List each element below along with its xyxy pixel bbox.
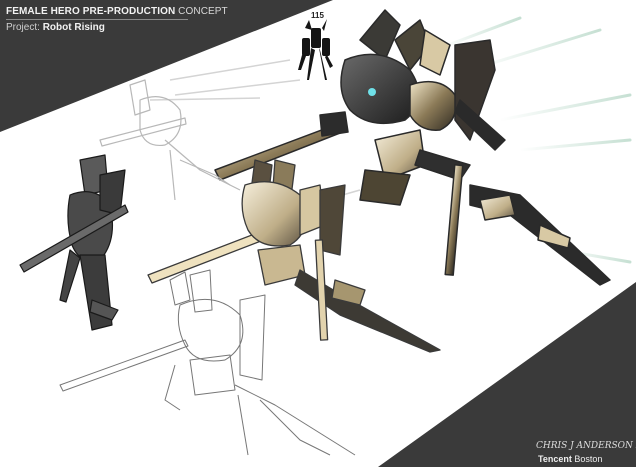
sheet-title: FEMALE HERO PRE-PRODUCTION CONCEPT: [6, 6, 228, 17]
sheet-title-light: CONCEPT: [178, 6, 228, 17]
studio-credit: Tencent Boston: [538, 454, 602, 464]
concept-artwork: [0, 0, 636, 467]
artist-signature: CHRIS J ANDERSON 2012: [536, 441, 636, 451]
studio-name-bold: Tencent: [538, 454, 572, 464]
sheet-header: FEMALE HERO PRE-PRODUCTION CONCEPT Proje…: [6, 6, 228, 33]
studio-name-light: Boston: [574, 454, 603, 464]
project-label: Project:: [6, 22, 40, 33]
silhouette-number: 115: [311, 11, 324, 20]
project-line: Project: Robot Rising: [6, 22, 228, 33]
project-name: Robot Rising: [42, 22, 105, 33]
header-divider: [6, 19, 188, 20]
sheet-title-bold: FEMALE HERO PRE-PRODUCTION: [6, 6, 176, 17]
concept-art-sheet: FEMALE HERO PRE-PRODUCTION CONCEPT Proje…: [0, 0, 636, 467]
